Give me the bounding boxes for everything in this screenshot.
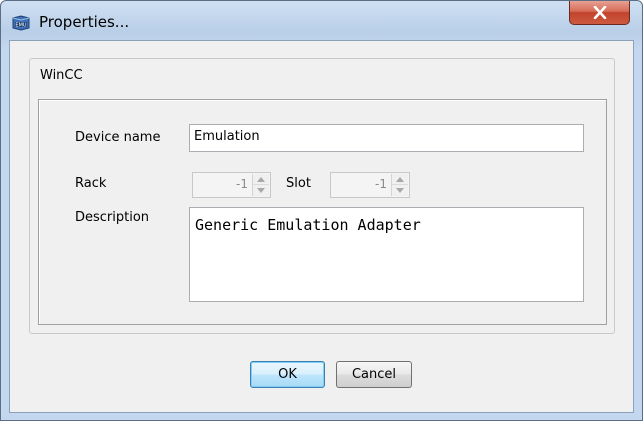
group-title: WinCC [37,68,86,83]
rack-down-button[interactable] [253,185,269,196]
rack-spin-arrows [252,174,269,196]
device-name-label: Device name [75,130,161,145]
slot-down-button[interactable] [392,185,408,196]
close-icon [593,6,607,19]
slot-spinbox[interactable]: -1 [330,172,410,198]
title-bar[interactable]: EMU Properties... [1,1,642,41]
chevron-down-icon [257,188,265,193]
rack-up-button[interactable] [253,174,269,185]
emu-app-icon: EMU [11,15,31,31]
slot-up-button[interactable] [392,174,408,185]
ok-button[interactable]: OK [250,361,325,388]
description-field[interactable]: Generic Emulation Adapter [189,207,584,302]
chevron-up-icon [257,177,265,182]
cancel-button[interactable]: Cancel [336,361,412,388]
rack-label: Rack [75,176,107,191]
slot-value: -1 [375,177,387,191]
window-title: Properties... [39,13,130,31]
rack-spinbox[interactable]: -1 [192,172,271,198]
device-name-field[interactable]: Emulation [189,124,584,152]
close-button[interactable] [569,1,630,25]
rack-value: -1 [236,177,248,191]
slot-spin-arrows [391,174,408,196]
chevron-up-icon [396,177,404,182]
slot-label: Slot [286,176,311,191]
chevron-down-icon [396,188,404,193]
description-label: Description [75,210,150,225]
svg-text:EMU: EMU [15,23,26,29]
